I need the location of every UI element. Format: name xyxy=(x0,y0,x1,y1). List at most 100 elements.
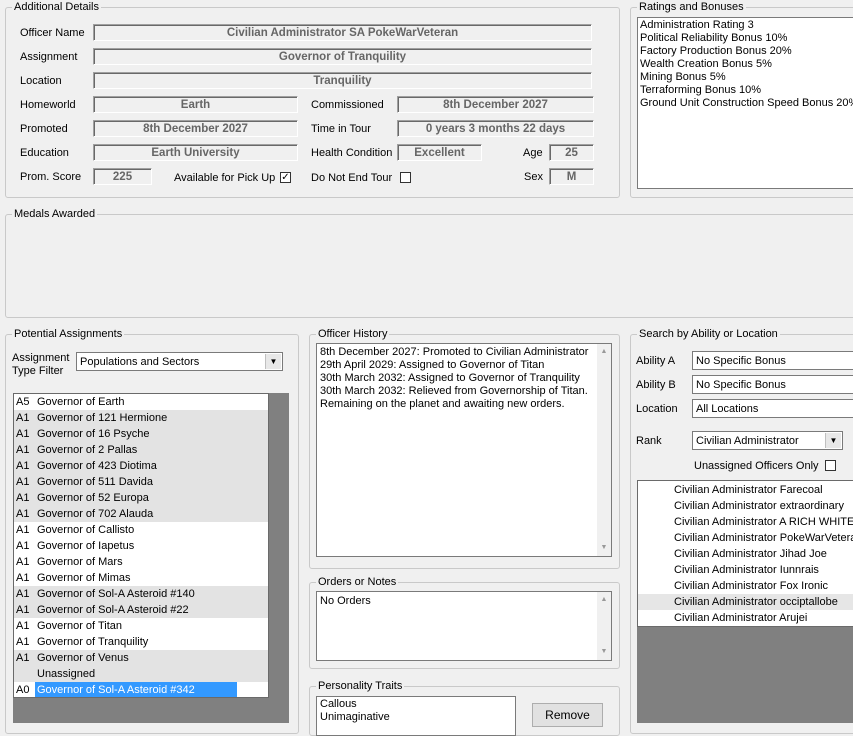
orders-title: Orders or Notes xyxy=(316,576,399,588)
age-field: 25 xyxy=(549,144,594,161)
age-label: Age xyxy=(523,147,543,159)
assignment-row[interactable]: A1 Governor of Sol-A Asteroid #22 xyxy=(14,602,268,618)
chevron-down-icon[interactable]: ▼ xyxy=(825,433,841,448)
scroll-up-icon[interactable]: ▲ xyxy=(597,346,611,358)
assignment-priority: A1 xyxy=(16,476,30,488)
personality-list[interactable]: Callous Unimaginative xyxy=(316,696,516,736)
assignments-list[interactable]: A5 Governor of Earth A1 Governor of 121 Her… xyxy=(13,393,269,698)
assignment-row[interactable]: A5 Governor of Earth xyxy=(14,394,268,410)
assignment-row[interactable]: A1 Governor of Iapetus xyxy=(14,538,268,554)
history-scrollbar[interactable]: ▲ ▼ xyxy=(597,344,611,556)
assignment-row[interactable]: A1 Governor of 121 Hermione xyxy=(14,410,268,426)
unassigned-only-checkbox[interactable] xyxy=(825,460,836,471)
ratings-title: Ratings and Bonuses xyxy=(637,1,746,13)
assignment-row[interactable]: A1 Governor of 511 Davida xyxy=(14,474,268,490)
assignment-name: Governor of Mimas xyxy=(37,572,131,584)
assignment-priority: A1 xyxy=(16,636,30,648)
officer-row[interactable]: Civilian Administrator occiptallobe xyxy=(638,594,853,610)
search-location-select[interactable]: All Locations xyxy=(692,399,853,418)
assignment-name: Governor of 121 Hermione xyxy=(37,412,168,424)
ratings-list[interactable]: Administration Rating 3 Political Reliab… xyxy=(637,17,853,189)
assignment-priority: A1 xyxy=(16,524,30,536)
history-line: 29th April 2029: Assigned to Governor of… xyxy=(320,359,545,371)
assignment-priority: A1 xyxy=(16,652,30,664)
ability-a-select[interactable]: No Specific Bonus xyxy=(692,351,853,370)
assignment-row[interactable]: A1 Governor of Callisto xyxy=(14,522,268,538)
assignment-row[interactable]: A1 Governor of 52 Europa xyxy=(14,490,268,506)
unassigned-only-label: Unassigned Officers Only xyxy=(694,460,819,472)
homeworld-label: Homeworld xyxy=(20,99,76,111)
officer-row[interactable]: Civilian Administrator Fox Ironic xyxy=(638,578,853,594)
scroll-up-icon[interactable]: ▲ xyxy=(597,594,611,606)
officer-row[interactable]: Civilian Administrator A RICH WHITE xyxy=(638,514,853,530)
prom-score-field: 225 xyxy=(93,168,152,185)
assignment-row[interactable]: A1 Governor of Mimas xyxy=(14,570,268,586)
assignment-row[interactable]: A0 Governor of Sol-A Asteroid #342 xyxy=(14,682,268,697)
officer-row[interactable]: Civilian Administrator Iunnrais xyxy=(638,562,853,578)
officer-row[interactable]: Civilian Administrator Arujei xyxy=(638,610,853,626)
assignment-row[interactable]: A1 Governor of 2 Pallas xyxy=(14,442,268,458)
officer-row[interactable]: Civilian Administrator Farecoal xyxy=(638,482,853,498)
assignment-row[interactable]: A1 Governor of Tranquility xyxy=(14,634,268,650)
health-label: Health Condition xyxy=(311,147,393,159)
assignment-priority: A1 xyxy=(16,620,30,632)
assignment-name: Governor of Callisto xyxy=(37,524,135,536)
officer-row[interactable]: Civilian Administrator extraordinary xyxy=(638,498,853,514)
orders-text: No Orders xyxy=(320,595,371,607)
promoted-label: Promoted xyxy=(20,123,68,135)
prom-score-label: Prom. Score xyxy=(20,171,82,183)
officer-name-field: Civilian Administrator SA PokeWarVeteran xyxy=(93,24,592,41)
officers-rows: Civilian Administrator Farecoal Civilian … xyxy=(638,482,853,626)
location-label: Location xyxy=(20,75,62,87)
officers-list[interactable]: Civilian Administrator Farecoal Civilian … xyxy=(637,480,853,627)
potential-assignments-title: Potential Assignments xyxy=(12,328,125,340)
assignment-priority: A1 xyxy=(16,540,30,552)
health-field: Excellent xyxy=(397,144,482,161)
assignment-name: Governor of 52 Europa xyxy=(37,492,149,504)
assignment-name: Governor of Mars xyxy=(37,556,123,568)
assignment-row[interactable]: A1 Governor of Sol-A Asteroid #140 xyxy=(14,586,268,602)
assignment-row[interactable]: A1 Governor of Mars xyxy=(14,554,268,570)
assignment-row[interactable]: A1 Governor of Venus xyxy=(14,650,268,666)
officer-row[interactable]: Civilian Administrator PokeWarVeteran xyxy=(638,530,853,546)
remove-trait-button[interactable]: Remove xyxy=(532,703,603,727)
assignment-name: Governor of 702 Alauda xyxy=(37,508,154,520)
assignment-priority: A0 xyxy=(16,684,30,696)
officer-name-label: Officer Name xyxy=(20,27,85,39)
ability-b-select[interactable]: No Specific Bonus xyxy=(692,375,853,394)
assignment-type-filter[interactable]: Populations and Sectors ▼ xyxy=(76,352,283,371)
officer-history-title: Officer History xyxy=(316,328,390,340)
rating-line: Mining Bonus 5% xyxy=(640,71,726,83)
scroll-down-icon[interactable]: ▼ xyxy=(597,646,611,658)
rank-select[interactable]: Civilian Administrator ▼ xyxy=(692,431,843,450)
officer-history-box[interactable]: 8th December 2027: Promoted to Civilian … xyxy=(316,343,612,557)
homeworld-field: Earth xyxy=(93,96,298,113)
orders-scrollbar[interactable]: ▲ ▼ xyxy=(597,592,611,660)
commissioned-field: 8th December 2027 xyxy=(397,96,594,113)
commissioned-label: Commissioned xyxy=(311,99,384,111)
rating-line: Ground Unit Construction Speed Bonus 20% xyxy=(640,97,853,109)
rating-line: Factory Production Bonus 20% xyxy=(640,45,792,57)
scroll-down-icon[interactable]: ▼ xyxy=(597,542,611,554)
assignment-name: Governor of Sol-A Asteroid #22 xyxy=(37,604,189,616)
assignment-row[interactable]: A1 Governor of Titan xyxy=(14,618,268,634)
rating-line: Wealth Creation Bonus 5% xyxy=(640,58,772,70)
assignment-row[interactable]: A1 Governor of 16 Psyche xyxy=(14,426,268,442)
assignment-row[interactable]: A1 Governor of 423 Diotima xyxy=(14,458,268,474)
assignment-row[interactable]: Unassigned xyxy=(14,666,268,682)
education-field: Earth University xyxy=(93,144,298,161)
search-location-value: All Locations xyxy=(696,402,759,415)
officer-row[interactable]: Civilian Administrator Jihad Joe xyxy=(638,546,853,562)
do-not-end-tour-checkbox[interactable] xyxy=(400,172,411,183)
assignment-row[interactable]: A1 Governor of 702 Alauda xyxy=(14,506,268,522)
education-label: Education xyxy=(20,147,69,159)
trait-line: Callous xyxy=(320,698,357,710)
assignment-name: Governor of 2 Pallas xyxy=(37,444,138,456)
orders-box[interactable]: No Orders ▲ ▼ xyxy=(316,591,612,661)
chevron-down-icon[interactable]: ▼ xyxy=(265,354,281,369)
assignment-name: Governor of 511 Davida xyxy=(37,476,153,488)
pickup-checkbox[interactable]: ✓ xyxy=(280,172,291,183)
assignment-priority: A1 xyxy=(16,508,30,520)
rating-line: Political Reliability Bonus 10% xyxy=(640,32,788,44)
do-not-end-tour-label: Do Not End Tour xyxy=(311,172,393,184)
